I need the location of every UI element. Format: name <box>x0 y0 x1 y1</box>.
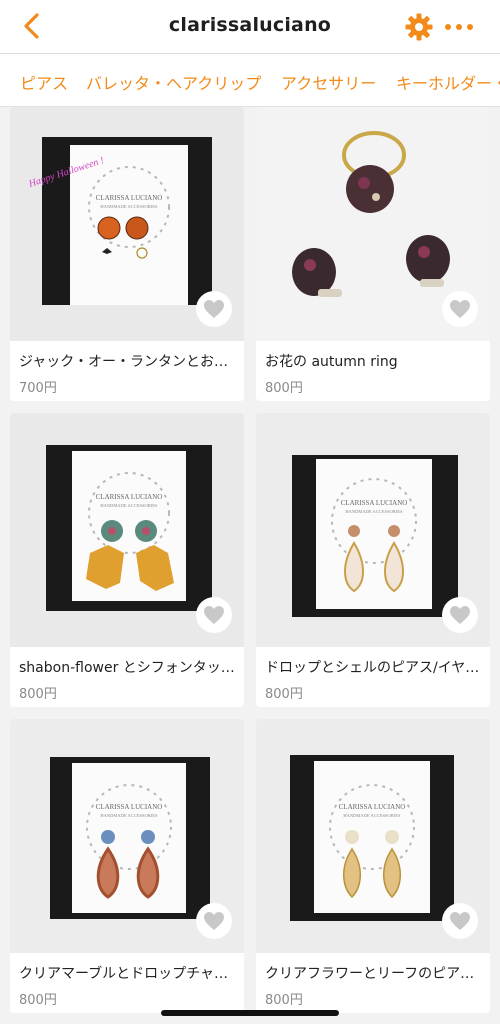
tab-keyholder[interactable]: キーホルダー・ <box>396 70 500 94</box>
more-button[interactable] <box>442 11 476 43</box>
card-brand-text: CLARISSA LUCIANO <box>339 803 406 811</box>
product-card[interactable]: お花の autumn ring 800円 <box>256 107 490 401</box>
card-sub-text: HANDMADE ACCESSORIES <box>343 813 401 818</box>
tab-accessory[interactable]: アクセサリー <box>281 70 376 94</box>
heart-icon <box>204 300 224 318</box>
heart-icon <box>204 912 224 930</box>
settings-button[interactable] <box>403 11 435 43</box>
gear-icon <box>405 13 433 41</box>
more-dots-icon <box>445 24 473 30</box>
heart-icon <box>204 606 224 624</box>
home-indicator[interactable] <box>161 1010 339 1016</box>
product-price: 800円 <box>19 687 57 702</box>
favorite-button[interactable] <box>196 291 232 327</box>
product-card[interactable]: CLARISSA LUCIANO HANDMADE ACCESSORIES クリ… <box>256 719 490 1013</box>
card-brand-text: CLARISSA LUCIANO <box>96 803 163 811</box>
product-title: クリアフラワーとリーフのピア… <box>265 966 475 982</box>
heart-icon <box>450 606 470 624</box>
card-brand-text: CLARISSA LUCIANO <box>96 194 163 202</box>
product-title: お花の autumn ring <box>265 354 398 370</box>
heart-icon <box>450 912 470 930</box>
card-sub-text: HANDMADE ACCESSORIES <box>100 204 158 209</box>
favorite-button[interactable] <box>442 903 478 939</box>
nav-bar: clarissaluciano <box>0 0 500 54</box>
product-price: 800円 <box>265 381 303 396</box>
heart-icon <box>450 300 470 318</box>
product-card[interactable]: CLARISSA LUCIANO HANDMADE ACCESSORIES クリ… <box>10 719 244 1013</box>
card-sub-text: HANDMADE ACCESSORIES <box>345 509 403 514</box>
product-price: 800円 <box>265 687 303 702</box>
card-sub-text: HANDMADE ACCESSORIES <box>100 813 158 818</box>
product-title: ドロップとシェルのピアス/イヤ… <box>265 660 480 676</box>
tab-pierce[interactable]: ピアス <box>20 70 68 94</box>
product-title: クリアマーブルとドロップチャ… <box>19 966 229 982</box>
product-title: shabon-flower とシフォンタッ… <box>19 660 235 676</box>
product-price: 800円 <box>19 993 57 1008</box>
favorite-button[interactable] <box>442 291 478 327</box>
category-tabs: ピアス バレッタ・ヘアクリップ アクセサリー キーホルダー・ <box>0 54 500 107</box>
favorite-button[interactable] <box>442 597 478 633</box>
product-price: 800円 <box>265 993 303 1008</box>
card-brand-text: CLARISSA LUCIANO <box>96 493 163 501</box>
card-sub-text: HANDMADE ACCESSORIES <box>100 503 158 508</box>
product-card[interactable]: CLARISSA LUCIANO HANDMADE ACCESSORIES sh… <box>10 413 244 707</box>
favorite-button[interactable] <box>196 597 232 633</box>
tab-barrette-hairclip[interactable]: バレッタ・ヘアクリップ <box>86 70 261 94</box>
favorite-button[interactable] <box>196 903 232 939</box>
product-card[interactable]: CLARISSA LUCIANO HANDMADE ACCESSORIES Ha… <box>10 107 244 401</box>
card-brand-text: CLARISSA LUCIANO <box>341 499 408 507</box>
product-price: 700円 <box>19 381 57 396</box>
product-card[interactable]: CLARISSA LUCIANO HANDMADE ACCESSORIES ドロ… <box>256 413 490 707</box>
product-title: ジャック・オー・ランタンとお… <box>19 354 229 370</box>
